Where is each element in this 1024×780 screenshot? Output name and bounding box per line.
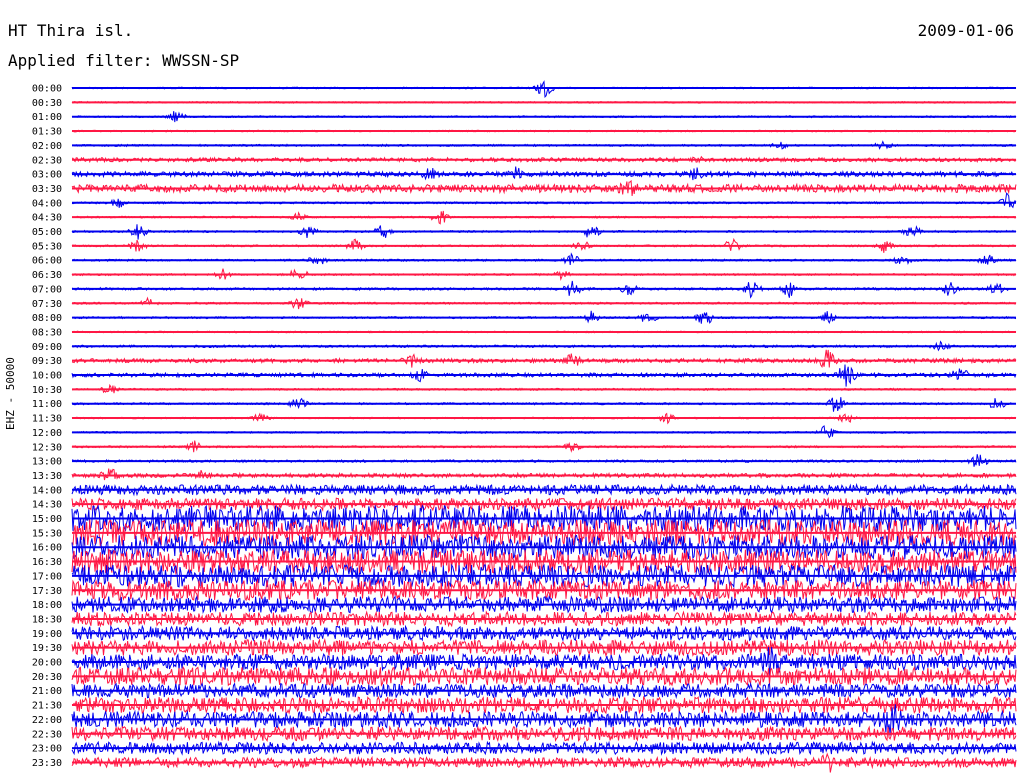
time-tick-label: 06:30 (32, 270, 62, 281)
time-tick-label: 22:00 (32, 715, 62, 726)
time-tick-label: 18:30 (32, 614, 62, 625)
time-tick-label: 09:00 (32, 342, 62, 353)
time-tick-label: 14:00 (32, 485, 62, 496)
time-tick-label: 15:00 (32, 514, 62, 525)
time-tick-label: 20:00 (32, 658, 62, 669)
time-tick-label: 13:30 (32, 471, 62, 482)
time-tick-label: 07:30 (32, 299, 62, 310)
time-tick-label: 16:30 (32, 557, 62, 568)
time-tick-label: 08:30 (32, 327, 62, 338)
time-tick-label: 00:30 (32, 98, 62, 109)
trace-group (71, 80, 1017, 773)
time-tick-label: 20:30 (32, 672, 62, 683)
time-tick-label: 07:00 (32, 284, 62, 295)
time-tick-label: 13:00 (32, 457, 62, 468)
time-tick-label: 16:00 (32, 543, 62, 554)
time-tick-label: 03:30 (32, 184, 62, 195)
time-tick-label: 02:00 (32, 141, 62, 152)
time-tick-label: 21:30 (32, 701, 62, 712)
seismic-trace (71, 468, 1017, 481)
time-tick-label: 01:30 (32, 127, 62, 138)
time-tick-label: 11:00 (32, 399, 62, 410)
time-tick-labels: 00:00 00:30 01:00 01:30 02:00 02:30 03:00 03:30… (32, 84, 62, 769)
time-tick-label: 23:30 (32, 758, 62, 769)
time-tick-label: 19:00 (32, 629, 62, 640)
time-tick-label: 10:30 (32, 385, 62, 396)
time-tick-label: 12:30 (32, 442, 62, 453)
time-tick-label: 14:30 (32, 500, 62, 511)
seismic-trace (71, 80, 1017, 99)
time-tick-label: 05:00 (32, 227, 62, 238)
time-tick-label: 05:30 (32, 241, 62, 252)
seismic-trace (72, 349, 1017, 369)
time-tick-label: 09:30 (32, 356, 62, 367)
time-tick-label: 21:00 (32, 686, 62, 697)
time-tick-label: 18:00 (32, 600, 62, 611)
time-tick-label: 01:00 (32, 112, 62, 123)
time-tick-label: 12:00 (32, 428, 62, 439)
time-tick-label: 19:30 (32, 643, 62, 654)
time-tick-label: 06:00 (32, 256, 62, 267)
time-tick-label: 00:00 (32, 84, 62, 95)
time-tick-label: 02:30 (32, 155, 62, 166)
time-tick-label: 08:00 (32, 313, 62, 324)
time-tick-label: 22:30 (32, 729, 62, 740)
time-tick-label: 03:00 (32, 170, 62, 181)
time-tick-label: 10:00 (32, 371, 62, 382)
time-tick-label: 23:00 (32, 744, 62, 755)
time-tick-label: 04:30 (32, 213, 62, 224)
time-tick-label: 11:30 (32, 414, 62, 425)
time-tick-label: 04:00 (32, 198, 62, 209)
helicorder-plot: 00:00 00:30 01:00 01:30 02:00 02:30 03:00 03:30… (32, 80, 1017, 773)
time-tick-label: 15:30 (32, 528, 62, 539)
time-tick-label: 17:00 (32, 571, 62, 582)
seismic-trace (71, 192, 1017, 209)
time-tick-label: 17:30 (32, 586, 62, 597)
